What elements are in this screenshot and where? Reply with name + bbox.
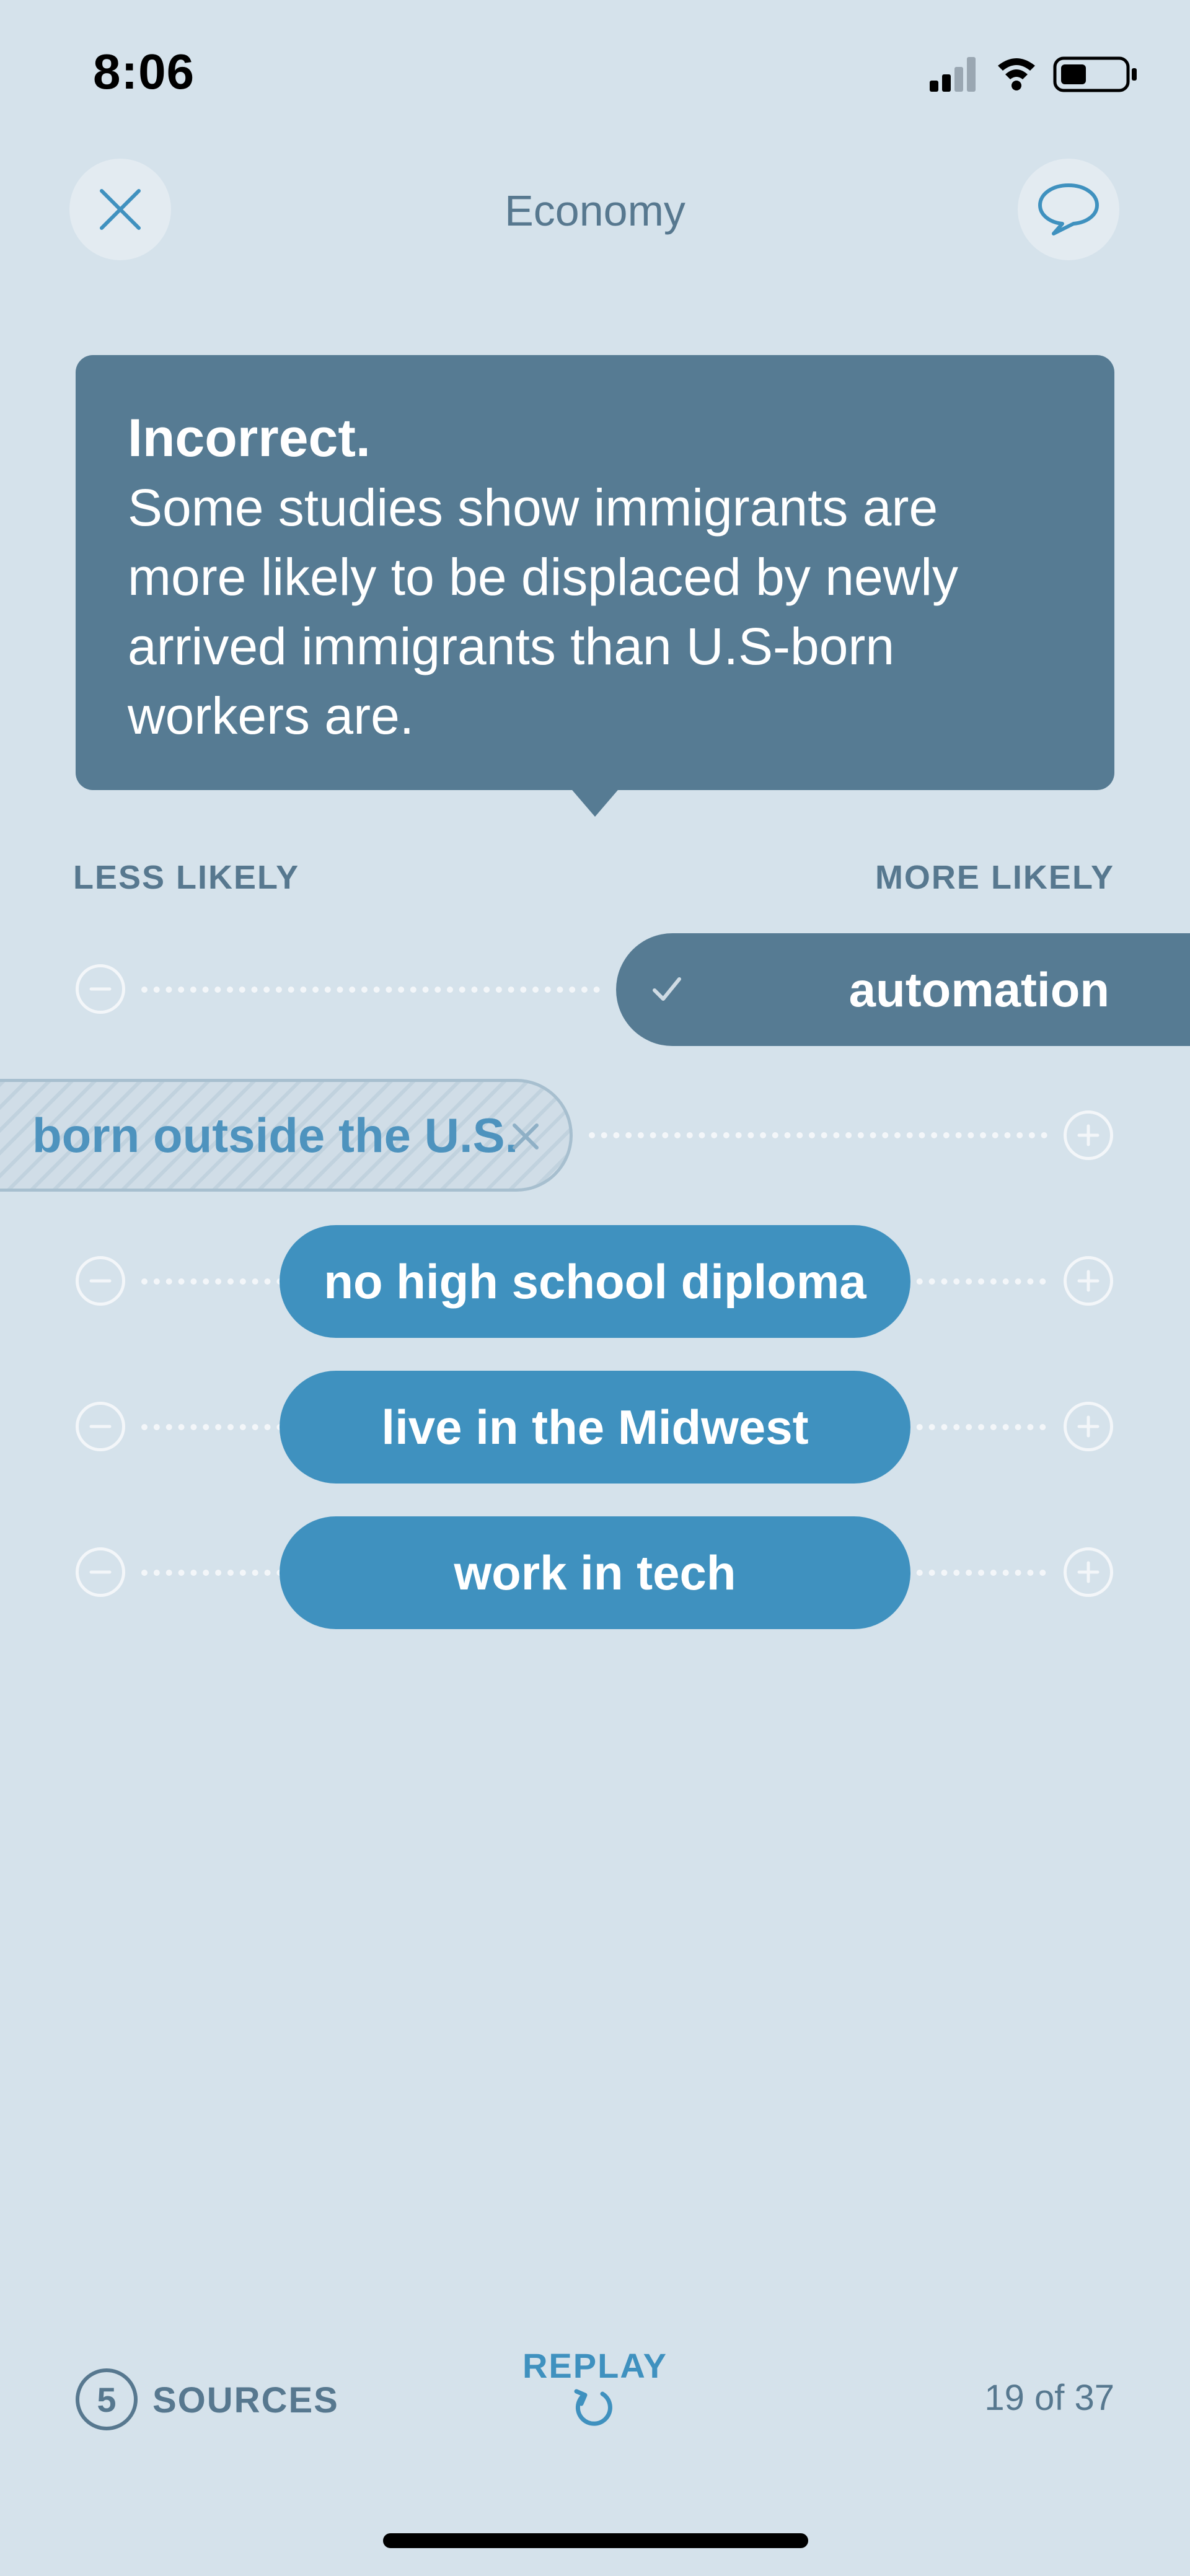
scale-label-more: MORE LIKELY: [875, 859, 1114, 896]
feedback-title: Incorrect.: [128, 408, 371, 468]
row-4-plus-button[interactable]: [1064, 1402, 1113, 1451]
page-title: Economy: [505, 187, 685, 235]
close-button[interactable]: [69, 159, 171, 260]
wifi-icon: [998, 58, 1035, 90]
replay-button[interactable]: REPLAY: [471, 2345, 719, 2386]
row-1-track: [141, 987, 600, 993]
minus-icon: [89, 1279, 112, 1283]
feedback-card: Incorrect. Some studies show immigrants …: [76, 355, 1114, 790]
close-icon: [100, 189, 141, 230]
x-mark-icon: [513, 1123, 539, 1150]
signal-icon: [930, 57, 976, 92]
row-5-minus-button[interactable]: [76, 1547, 125, 1597]
minus-icon: [89, 987, 112, 991]
chat-button[interactable]: [1018, 159, 1119, 260]
row-2-label: born outside the U.S.: [32, 1107, 519, 1163]
feedback-body: Some studies show immigrants are more li…: [128, 478, 958, 745]
row-3-label: no high school diploma: [324, 1254, 866, 1309]
row-1-minus-button[interactable]: [76, 964, 125, 1014]
row-4-label: live in the Midwest: [381, 1399, 809, 1454]
feedback-card-pointer: [565, 782, 625, 817]
sources-button[interactable]: SOURCES: [152, 2380, 339, 2421]
plus-icon: [1077, 1561, 1100, 1583]
replay-icon[interactable]: [570, 2383, 617, 2430]
minus-icon: [89, 1425, 112, 1428]
row-5-plus-button[interactable]: [1064, 1547, 1113, 1597]
row-2-pill[interactable]: born outside the U.S.: [0, 1079, 573, 1192]
plus-icon: [1077, 1270, 1100, 1292]
sources-count-badge[interactable]: 5: [76, 2368, 138, 2430]
row-3-plus-button[interactable]: [1064, 1256, 1113, 1306]
chat-bubble-icon: [1038, 183, 1099, 235]
status-icons: [930, 56, 1137, 92]
plus-icon: [1077, 1415, 1100, 1438]
row-4-pill[interactable]: live in the Midwest: [280, 1371, 910, 1484]
check-icon: [653, 977, 681, 1001]
row-3-pill[interactable]: no high school diploma: [280, 1225, 910, 1338]
row-1-label: automation: [848, 962, 1109, 1017]
scale-label-less: LESS LIKELY: [73, 859, 300, 896]
row-3-minus-button[interactable]: [76, 1256, 125, 1306]
minus-icon: [89, 1570, 112, 1574]
status-time: 8:06: [93, 44, 195, 99]
plus-icon: [1077, 1124, 1100, 1146]
row-1-pill[interactable]: automation: [616, 933, 1190, 1046]
progress-counter: 19 of 37: [984, 2378, 1114, 2418]
battery-icon: [1053, 56, 1137, 92]
row-2-track: [589, 1132, 1047, 1138]
row-5-label: work in tech: [454, 1545, 736, 1600]
row-5-pill[interactable]: work in tech: [280, 1516, 910, 1629]
row-2-plus-button[interactable]: [1064, 1110, 1113, 1160]
row-4-minus-button[interactable]: [76, 1402, 125, 1451]
home-indicator[interactable]: [383, 2533, 808, 2548]
